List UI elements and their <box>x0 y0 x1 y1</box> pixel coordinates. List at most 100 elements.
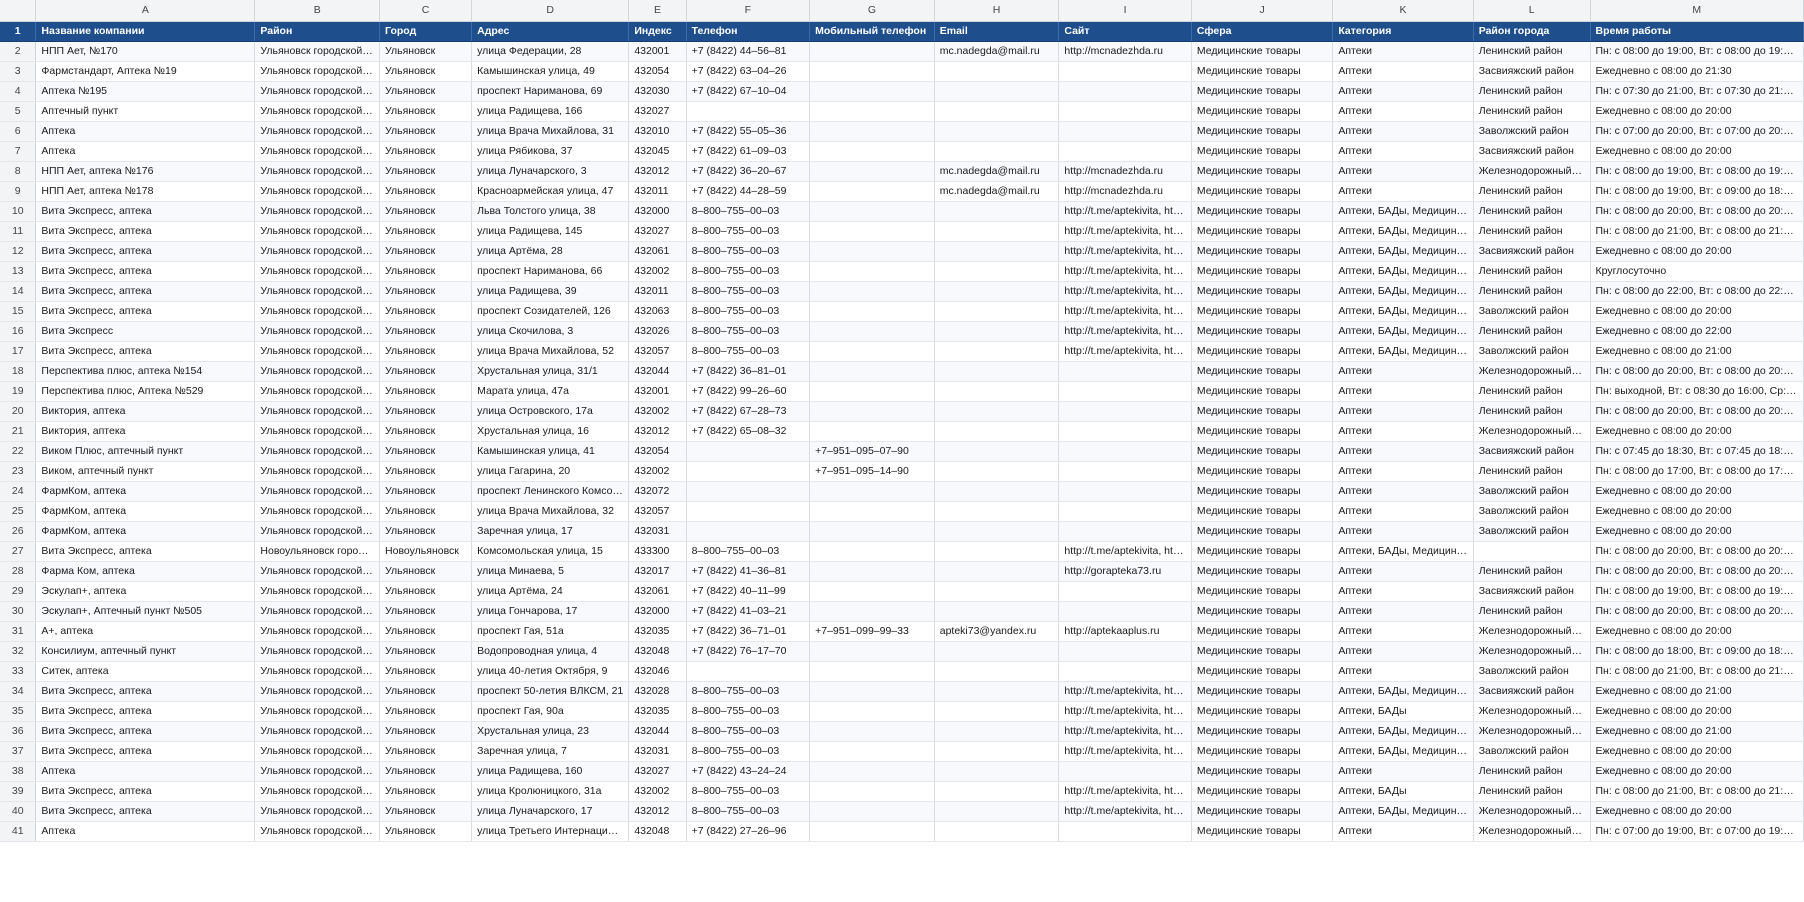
cell-j[interactable]: Медицинские товары <box>1191 821 1334 842</box>
cell-l[interactable]: Железнодорожный р… <box>1473 641 1591 662</box>
cell-k[interactable]: Аптеки <box>1332 561 1474 582</box>
cell-g[interactable] <box>809 681 935 702</box>
cell-h[interactable] <box>934 121 1060 142</box>
cell-f[interactable]: 8–800–755–00–03 <box>686 781 811 802</box>
cell-d[interactable]: улица Минаева, 5 <box>471 561 630 582</box>
cell-b[interactable]: Ульяновск городской … <box>254 301 381 322</box>
cell-k[interactable]: Аптеки <box>1332 61 1474 82</box>
cell-b[interactable]: Ульяновск городской … <box>254 281 381 302</box>
cell-l[interactable]: Ленинский район <box>1473 321 1591 342</box>
cell-d[interactable]: улица Артёма, 24 <box>471 581 630 602</box>
cell-h[interactable] <box>934 261 1060 282</box>
cell-m[interactable]: Круглосуточно <box>1590 261 1804 282</box>
column-header-l[interactable]: L <box>1473 0 1591 22</box>
row-number[interactable]: 8 <box>0 161 37 182</box>
cell-a[interactable]: Аптека <box>35 141 256 162</box>
cell-h[interactable] <box>934 821 1060 842</box>
header-cell[interactable]: Email <box>934 21 1060 42</box>
cell-b[interactable]: Ульяновск городской … <box>254 501 381 522</box>
cell-d[interactable]: Заречная улица, 7 <box>471 741 630 762</box>
cell-m[interactable]: Ежедневно с 08:00 до 20:00 <box>1590 621 1804 642</box>
cell-c[interactable]: Ульяновск <box>379 801 473 822</box>
cell-l[interactable]: Ленинский район <box>1473 221 1591 242</box>
row-number[interactable]: 33 <box>0 661 37 682</box>
cell-f[interactable] <box>686 461 811 482</box>
column-header-j[interactable]: J <box>1191 0 1334 22</box>
cell-i[interactable]: http://t.me/aptekivita, htt… <box>1058 801 1192 822</box>
cell-g[interactable]: +7–951–095–14–90 <box>809 461 935 482</box>
cell-c[interactable]: Ульяновск <box>379 321 473 342</box>
cell-l[interactable]: Железнодорожный р… <box>1473 801 1591 822</box>
row-number[interactable]: 14 <box>0 281 37 302</box>
cell-j[interactable]: Медицинские товары <box>1191 301 1334 322</box>
cell-f[interactable]: +7 (8422) 44–28–59 <box>686 181 811 202</box>
cell-a[interactable]: Аптека №195 <box>35 81 256 102</box>
cell-k[interactable]: Аптеки, БАДы, Медицинск… <box>1332 221 1474 242</box>
cell-d[interactable]: проспект Созидателей, 126 <box>471 301 630 322</box>
cell-j[interactable]: Медицинские товары <box>1191 321 1334 342</box>
cell-i[interactable]: http://t.me/aptekivita, htt… <box>1058 721 1192 742</box>
cell-m[interactable]: Пн: с 07:00 до 20:00, Вт: с 07:00 до 20:… <box>1590 121 1804 142</box>
cell-c[interactable]: Ульяновск <box>379 261 473 282</box>
cell-j[interactable]: Медицинские товары <box>1191 641 1334 662</box>
cell-l[interactable]: Железнодорожный р… <box>1473 621 1591 642</box>
cell-a[interactable]: Ситек, аптека <box>35 661 256 682</box>
cell-b[interactable]: Ульяновск городской … <box>254 181 381 202</box>
cell-a[interactable]: ФармКом, аптека <box>35 521 256 542</box>
cell-i[interactable] <box>1058 461 1192 482</box>
cell-b[interactable]: Ульяновск городской … <box>254 481 381 502</box>
cell-m[interactable]: Ежедневно с 08:00 до 21:30 <box>1590 61 1804 82</box>
cell-f[interactable]: +7 (8422) 61–09–03 <box>686 141 811 162</box>
cell-i[interactable]: http://t.me/aptekivita, htt… <box>1058 341 1192 362</box>
cell-a[interactable]: Вита Экспресс, аптека <box>35 681 256 702</box>
row-number[interactable]: 12 <box>0 241 37 262</box>
cell-c[interactable]: Ульяновск <box>379 241 473 262</box>
cell-d[interactable]: Хрустальная улица, 23 <box>471 721 630 742</box>
cell-a[interactable]: НПП Ает, №170 <box>35 41 256 62</box>
cell-g[interactable] <box>809 321 935 342</box>
cell-l[interactable]: Заволжский район <box>1473 661 1591 682</box>
cell-h[interactable] <box>934 561 1060 582</box>
row-number[interactable]: 16 <box>0 321 37 342</box>
cell-d[interactable]: улица Рябикова, 37 <box>471 141 630 162</box>
cell-g[interactable] <box>809 761 935 782</box>
cell-g[interactable]: +7–951–099–99–33 <box>809 621 935 642</box>
row-number[interactable]: 31 <box>0 621 37 642</box>
cell-b[interactable]: Ульяновск городской … <box>254 781 381 802</box>
cell-j[interactable]: Медицинские товары <box>1191 521 1334 542</box>
cell-b[interactable]: Ульяновск городской … <box>254 421 381 442</box>
cell-h[interactable] <box>934 141 1060 162</box>
cell-d[interactable]: Комсомольская улица, 15 <box>471 541 630 562</box>
cell-a[interactable]: Консилиум, аптечный пункт <box>35 641 256 662</box>
cell-d[interactable]: улица Третьего Интернацион… <box>471 821 630 842</box>
cell-k[interactable]: Аптеки, БАДы, Медицинск… <box>1332 301 1474 322</box>
cell-i[interactable]: http://t.me/aptekivita, htt… <box>1058 201 1192 222</box>
cell-e[interactable]: 432002 <box>628 461 687 482</box>
cell-k[interactable]: Аптеки, БАДы, Медицинск… <box>1332 801 1474 822</box>
cell-e[interactable]: 432026 <box>628 321 687 342</box>
cell-g[interactable] <box>809 481 935 502</box>
cell-d[interactable]: улица Врача Михайлова, 31 <box>471 121 630 142</box>
cell-i[interactable]: http://t.me/aptekivita, htt… <box>1058 541 1192 562</box>
column-header-f[interactable]: F <box>686 0 811 22</box>
cell-f[interactable]: 8–800–755–00–03 <box>686 221 811 242</box>
cell-k[interactable]: Аптеки <box>1332 101 1474 122</box>
cell-i[interactable] <box>1058 761 1192 782</box>
cell-e[interactable]: 432046 <box>628 661 687 682</box>
cell-b[interactable]: Ульяновск городской … <box>254 681 381 702</box>
cell-f[interactable]: +7 (8422) 67–10–04 <box>686 81 811 102</box>
cell-l[interactable]: Ленинский район <box>1473 401 1591 422</box>
cell-l[interactable]: Засвияжский район <box>1473 241 1591 262</box>
cell-f[interactable]: 8–800–755–00–03 <box>686 541 811 562</box>
cell-m[interactable]: Ежедневно с 08:00 до 21:00 <box>1590 721 1804 742</box>
cell-m[interactable]: Ежедневно с 08:00 до 20:00 <box>1590 421 1804 442</box>
cell-e[interactable]: 432002 <box>628 401 687 422</box>
row-number[interactable]: 1 <box>0 21 37 42</box>
cell-m[interactable]: Ежедневно с 08:00 до 20:00 <box>1590 141 1804 162</box>
row-number[interactable]: 20 <box>0 401 37 422</box>
cell-k[interactable]: Аптеки <box>1332 501 1474 522</box>
cell-c[interactable]: Ульяновск <box>379 461 473 482</box>
cell-d[interactable]: проспект Ленинского Комсом… <box>471 481 630 502</box>
cell-k[interactable]: Аптеки <box>1332 161 1474 182</box>
cell-d[interactable]: Водопроводная улица, 4 <box>471 641 630 662</box>
